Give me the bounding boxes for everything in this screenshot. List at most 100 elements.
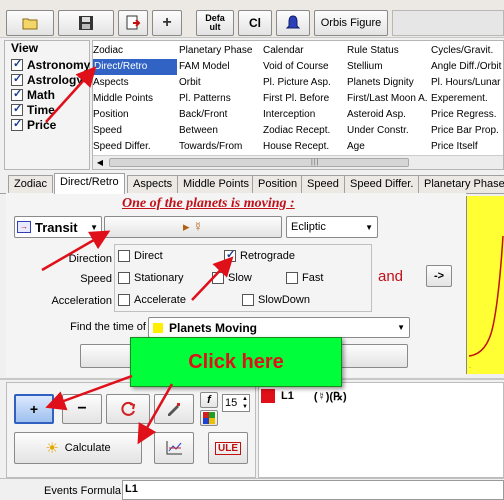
fast-checkbox[interactable]: Fast xyxy=(286,272,323,284)
grid-item[interactable]: Zodiac xyxy=(93,43,177,59)
slow-checkbox[interactable]: Slow xyxy=(212,272,252,284)
grid-scrollbar[interactable]: ◀ ||| xyxy=(93,155,503,169)
grid-item[interactable]: Under Constr. xyxy=(347,123,431,139)
scroll-left-arrow[interactable]: ◀ xyxy=(94,157,106,168)
grid-item[interactable]: Rule Status xyxy=(347,43,431,59)
grid-item[interactable]: Age xyxy=(347,139,431,155)
grid-item[interactable]: Interception xyxy=(263,107,347,123)
refresh-button[interactable] xyxy=(106,394,150,424)
retrograde-checkbox[interactable]: Retrograde xyxy=(224,248,295,262)
tab-speed[interactable]: Speed xyxy=(301,175,345,193)
chart-view-button[interactable] xyxy=(154,432,194,464)
grid-item[interactable]: Orbit xyxy=(179,75,263,91)
tab-direct-retro[interactable]: Direct/Retro xyxy=(54,173,125,194)
spinner-arrows-icon[interactable]: ▲ ▼ xyxy=(242,395,248,411)
grid-item[interactable]: Pl. Patterns xyxy=(179,91,263,107)
checkbox-box[interactable] xyxy=(118,294,130,306)
view-item-astronomy[interactable]: Astronomy xyxy=(11,57,90,72)
grid-item[interactable]: Cycles/Gravit. xyxy=(431,43,503,59)
next-arrow-button[interactable]: -> xyxy=(426,265,452,287)
orbis-figure-button[interactable]: Orbis Figure xyxy=(314,10,388,36)
default-button[interactable]: Defa ult xyxy=(196,10,234,36)
grid-item[interactable]: FAM Model xyxy=(179,59,263,75)
view-item-label: Time xyxy=(27,102,55,117)
grid-item[interactable]: Angle Diff./Orbit xyxy=(431,59,503,75)
tab-zodiac[interactable]: Zodiac xyxy=(8,175,54,193)
grid-item[interactable]: Middle Points xyxy=(93,91,177,107)
grid-item[interactable]: Aspects xyxy=(93,75,177,91)
grid-item[interactable]: Experement. xyxy=(431,91,503,107)
direct-checkbox[interactable]: Direct xyxy=(118,250,163,262)
view-item-math[interactable]: Math xyxy=(11,87,90,102)
chevron-down-icon: ▼ xyxy=(397,323,405,332)
save-button[interactable] xyxy=(58,10,114,36)
grid-item[interactable]: Price Regress. xyxy=(431,107,503,123)
grid-item[interactable]: First/Last Moon A. xyxy=(347,91,431,107)
checkbox-box[interactable] xyxy=(286,272,298,284)
ule-button[interactable]: ULE xyxy=(208,432,248,464)
grid-item[interactable]: Zodiac Recept. xyxy=(263,123,347,139)
add-button[interactable]: + xyxy=(152,10,182,36)
tab-planetary-phase[interactable]: Planetary Phase xyxy=(418,175,504,193)
grid-item[interactable]: Back/Front xyxy=(179,107,263,123)
export-button[interactable] xyxy=(118,10,148,36)
remove-formula-button[interactable]: − xyxy=(62,394,102,424)
tab-position[interactable]: Position xyxy=(252,175,304,193)
view-checkbox[interactable] xyxy=(11,117,23,131)
scroll-thumb[interactable] xyxy=(109,158,409,167)
view-checkbox[interactable] xyxy=(11,72,23,86)
checkbox-box[interactable] xyxy=(242,294,254,306)
view-checkbox[interactable] xyxy=(11,57,23,71)
formula-row[interactable]: L1 (☿)(℞) xyxy=(261,389,347,403)
tab-aspects[interactable]: Aspects xyxy=(127,175,179,193)
view-item-astrology[interactable]: Astrology xyxy=(11,72,90,87)
grid-item[interactable]: First Pl. Before xyxy=(263,91,347,107)
checkbox-box[interactable] xyxy=(212,272,224,284)
grid-item[interactable]: Pl. Picture Asp. xyxy=(263,75,347,91)
grid-item[interactable]: Speed Differ. xyxy=(93,139,177,155)
clear-button[interactable]: Cl xyxy=(238,10,272,36)
stationary-checkbox[interactable]: Stationary xyxy=(118,272,184,284)
grid-item[interactable]: Stellium xyxy=(347,59,431,75)
slowdown-checkbox[interactable]: SlowDown xyxy=(242,294,310,306)
grid-item[interactable]: Asteroid Asp. xyxy=(347,107,431,123)
grid-item-selected[interactable]: Direct/Retro xyxy=(93,59,177,75)
grid-item[interactable]: House Recept. xyxy=(263,139,347,155)
grid-item[interactable]: Price Itself xyxy=(431,139,503,155)
add-formula-button[interactable]: + xyxy=(14,394,54,424)
grid-item[interactable]: Calendar xyxy=(263,43,347,59)
checkbox-box[interactable] xyxy=(118,250,130,262)
number-spinner[interactable]: 15 ▲ ▼ xyxy=(222,394,250,412)
grid-item[interactable]: Void of Course xyxy=(263,59,347,75)
grid-col-1: Zodiac Direct/Retro Aspects Middle Point… xyxy=(93,43,177,155)
tab-middle-points[interactable]: Middle Points xyxy=(177,175,256,193)
grid-item[interactable]: Price Bar Prop. xyxy=(431,123,503,139)
planet-select-button[interactable]: ▸ ☿ xyxy=(104,216,282,238)
checkbox-box-checked[interactable] xyxy=(224,248,236,262)
grid-item[interactable]: Planets Dignity xyxy=(347,75,431,91)
grid-item[interactable]: Pl. Hours/Lunar D xyxy=(431,75,503,91)
transit-dropdown[interactable]: → Transit ▼ xyxy=(14,216,102,238)
color-grid-button[interactable] xyxy=(200,410,218,426)
bell-button[interactable] xyxy=(276,10,310,36)
folder-icon xyxy=(22,18,38,30)
view-checkbox[interactable] xyxy=(11,102,23,116)
accelerate-checkbox[interactable]: Accelerate xyxy=(118,294,186,306)
edit-button[interactable] xyxy=(154,394,194,424)
view-item-price[interactable]: Price xyxy=(11,117,90,132)
grid-item[interactable]: Planetary Phase xyxy=(179,43,263,59)
checkbox-box[interactable] xyxy=(118,272,130,284)
view-item-time[interactable]: Time xyxy=(11,102,90,117)
ecliptic-dropdown[interactable]: Ecliptic ▼ xyxy=(286,216,378,238)
function-button[interactable]: f xyxy=(200,392,218,408)
grid-item[interactable]: Position xyxy=(93,107,177,123)
view-checkbox[interactable] xyxy=(11,87,23,101)
grid-item[interactable]: Towards/From xyxy=(179,139,263,155)
planets-moving-dropdown[interactable]: Planets Moving ▼ xyxy=(148,317,410,338)
calculate-button[interactable]: ☀ Calculate xyxy=(14,432,142,464)
open-folder-button[interactable] xyxy=(6,10,54,36)
events-formula-field[interactable]: L1 xyxy=(122,480,504,500)
grid-item[interactable]: Speed xyxy=(93,123,177,139)
tab-speed-differ[interactable]: Speed Differ. xyxy=(344,175,420,193)
grid-item[interactable]: Between xyxy=(179,123,263,139)
